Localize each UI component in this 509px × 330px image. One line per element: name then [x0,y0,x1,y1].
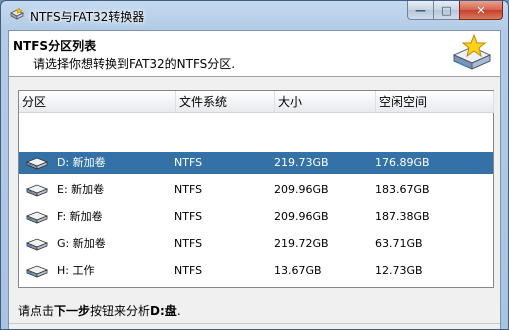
partition-name: D: 新加卷 [57,156,106,169]
wizard-client-area: NTFS分区列表 请选择你想转换到FAT32的NTFS分区. 分区 文件系统 大… [8,30,501,329]
table-row[interactable]: H: 工作 NTFS 13.67GB 12.73GB [19,260,493,282]
filesystem-value: NTFS [174,183,203,196]
window-title: NTFS与FAT32转换器 [30,10,145,24]
size-value: 219.72GB [274,237,329,250]
free-space-value: 176.89GB [375,156,430,169]
column-header-partition[interactable]: 分区 [19,91,176,113]
partition-name: F: 新加卷 [57,210,103,223]
hard-drive-icon [25,157,49,170]
hard-drive-icon [25,238,49,251]
close-button[interactable]: ✕ [459,1,503,20]
minimize-icon: — [415,3,426,17]
hard-drive-icon [25,211,49,224]
size-value: 209.96GB [274,183,329,196]
hard-drive-icon [25,265,49,278]
instruction-text: 请点击下一步按钮来分析D:盘. [18,302,181,319]
filesystem-value: NTFS [174,264,203,277]
hard-drive-icon [25,184,49,197]
divider [9,323,500,324]
size-value: 219.73GB [274,156,329,169]
filesystem-value: NTFS [174,237,203,250]
free-space-value: 12.73GB [375,264,423,277]
instruction-middle: 按钮来分析 [90,304,151,318]
partition-name: E: 新加卷 [57,183,105,196]
maximize-icon: □ [441,3,452,17]
star-disk-wizard-icon [452,33,492,70]
filesystem-value: NTFS [174,210,203,223]
free-space-value: 63.71GB [375,237,423,250]
filesystem-value: NTFS [174,156,203,169]
instruction-prefix: 请点击 [18,304,55,318]
size-value: 209.96GB [274,210,329,223]
title-bar[interactable]: NTFS与FAT32转换器 — □ ✕ [1,1,508,29]
column-header-filesystem[interactable]: 文件系统 [176,91,275,113]
maximize-button[interactable]: □ [433,1,459,20]
app-disk-icon [10,7,24,20]
list-header: 分区 文件系统 大小 空闲空间 [19,91,494,113]
instruction-suffix: . [176,304,181,318]
instruction-drive: D:盘 [150,304,177,318]
instruction-next-label: 下一步 [54,304,91,318]
table-row[interactable]: E: 新加卷 NTFS 209.96GB 183.67GB [19,179,493,201]
wizard-header: NTFS分区列表 请选择你想转换到FAT32的NTFS分区. [9,31,500,77]
partition-name: G: 新加卷 [57,237,106,250]
table-row[interactable]: D: 新加卷 NTFS 219.73GB 176.89GB [19,152,493,174]
table-row[interactable]: G: 新加卷 NTFS 219.72GB 63.71GB [19,233,493,255]
page-subtitle: 请选择你想转换到FAT32的NTFS分区. [33,57,236,71]
page-title: NTFS分区列表 [13,39,97,53]
minimize-button[interactable]: — [407,1,433,20]
caption-buttons: — □ ✕ [407,1,503,21]
column-header-size[interactable]: 大小 [275,91,376,113]
converter-window: NTFS与FAT32转换器 — □ ✕ NTFS分区列表 请选择你想转换到FAT… [0,0,509,330]
partition-name: H: 工作 [57,264,95,277]
table-row[interactable]: F: 新加卷 NTFS 209.96GB 187.38GB [19,206,493,228]
partition-list[interactable]: 分区 文件系统 大小 空闲空间 D: 新加卷 NTFS 219.73GB 176… [18,90,494,288]
free-space-value: 187.38GB [375,210,430,223]
column-header-free-space[interactable]: 空闲空间 [376,91,494,113]
close-icon: ✕ [476,3,486,17]
size-value: 13.67GB [274,264,322,277]
free-space-value: 183.67GB [375,183,430,196]
